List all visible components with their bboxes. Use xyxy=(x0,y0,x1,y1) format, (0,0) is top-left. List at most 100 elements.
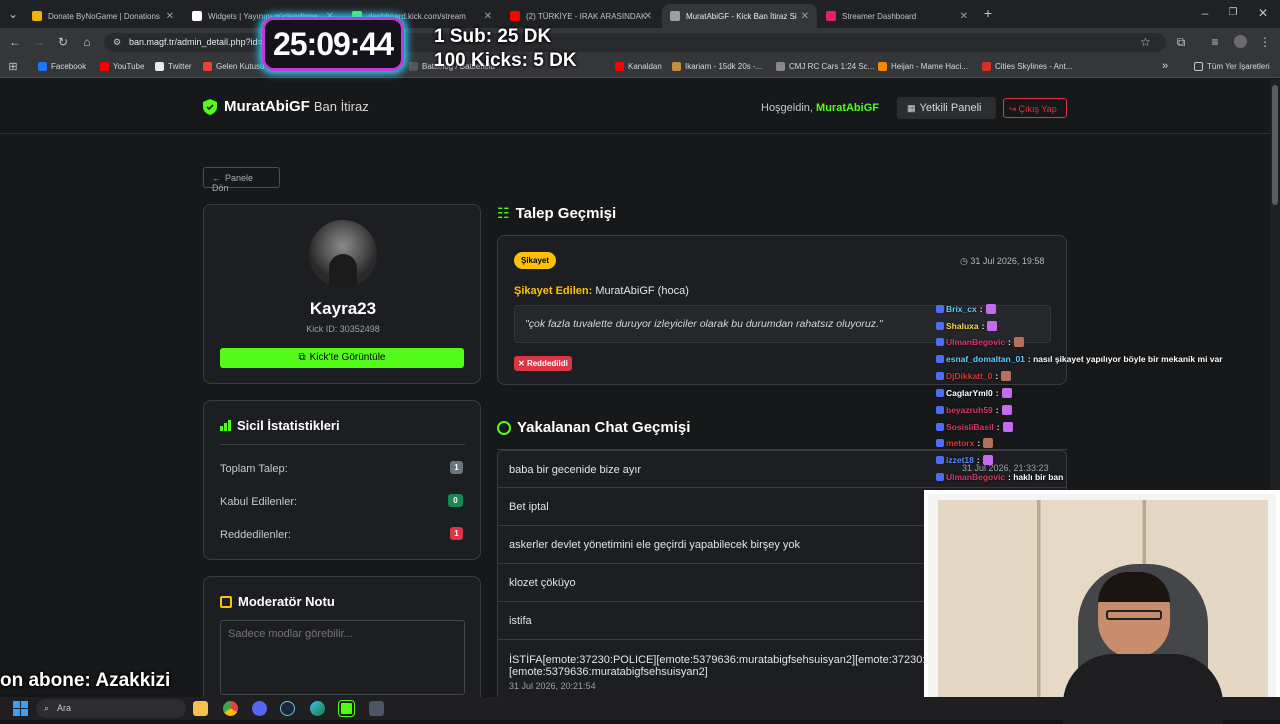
taskbar: ⌕ Ara xyxy=(0,697,1280,720)
webcam-frame xyxy=(924,490,1280,724)
bookmarks-overflow-icon[interactable]: » xyxy=(1162,60,1168,72)
clock-icon: ◷ xyxy=(960,256,968,266)
bookmark-item[interactable]: CMJ RC Cars 1:24 Sc... xyxy=(776,62,874,71)
stat-total-badge: 1 xyxy=(450,461,463,474)
kick-app-icon[interactable] xyxy=(338,700,355,717)
shield-icon xyxy=(203,98,217,115)
brand-name: MuratAbiGF xyxy=(224,98,310,115)
bookmarks-bar: ⊞ Facebook YouTube Twitter Gelen Kutusu (2.… xyxy=(0,56,1280,78)
chat-badge-icon xyxy=(936,372,944,380)
bynogame-icon xyxy=(32,11,42,21)
chat-bubble-icon xyxy=(497,420,511,435)
profile-avatar[interactable] xyxy=(1234,35,1247,48)
streamlabs-icon xyxy=(826,11,836,21)
stats-heading: Sicil İstatistikleri xyxy=(220,418,340,433)
avatar xyxy=(309,220,377,288)
chat-badge-icon xyxy=(936,456,944,464)
browser-tab[interactable]: MuratAbiGF - Kick Ban İtiraz Si ✕ xyxy=(662,4,817,28)
admin-panel-button[interactable]: ▦ Yetkili Paneli xyxy=(897,97,996,119)
complaint-quote: "çok fazla tuvalette duruyor izleyiciler… xyxy=(525,318,883,330)
brand[interactable]: MuratAbiGF Ban İtiraz xyxy=(203,98,369,115)
reload-icon[interactable]: ↻ xyxy=(56,35,70,49)
grid-icon: ▦ xyxy=(907,103,916,113)
close-tab-icon[interactable]: ✕ xyxy=(960,11,968,22)
webcam-person xyxy=(1098,572,1170,658)
profile-card: Kayra23 Kick ID: 30352498 ⧉ Kick'te Görün… xyxy=(203,204,481,384)
arrow-left-icon: ← xyxy=(212,173,221,183)
all-bookmarks-link[interactable]: Tüm Yer İşaretleri xyxy=(1194,62,1270,71)
reading-list-icon[interactable]: ≡ xyxy=(1208,35,1222,49)
site-icon xyxy=(670,11,680,21)
overlay-chat-line: esnaf_domaltan_01: nasıl şikayet yapılıy… xyxy=(936,354,1223,364)
maximize-icon[interactable]: ❐ xyxy=(1226,6,1240,20)
chat-emote-icon xyxy=(983,438,994,448)
bookmark-item[interactable]: Twitter xyxy=(155,62,192,71)
forward-icon[interactable]: → xyxy=(32,35,46,49)
view-on-kick-button[interactable]: ⧉ Kick'te Görüntüle xyxy=(220,348,464,368)
reported-line: Şikayet Edilen: MuratAbiGF (hoca) xyxy=(514,285,689,297)
overlay-chat-line: beyazruh59: xyxy=(936,405,1012,415)
folder-icon xyxy=(1194,62,1203,71)
file-explorer-icon[interactable] xyxy=(193,701,208,716)
bookmark-item[interactable]: YouTube xyxy=(100,62,144,71)
browser-tab[interactable]: Streamer Dashboard ✕ xyxy=(818,4,976,28)
taskbar-search[interactable]: ⌕ Ara xyxy=(36,699,186,718)
windows-start-icon[interactable] xyxy=(13,701,28,716)
overlay-chat-line: metorx: xyxy=(936,438,994,448)
bookmark-favicon-icon xyxy=(672,62,681,71)
back-icon[interactable]: ← xyxy=(8,35,22,49)
scrollbar-thumb[interactable] xyxy=(1272,85,1278,205)
discord-icon[interactable] xyxy=(252,701,267,716)
close-tab-icon[interactable]: ✕ xyxy=(644,11,652,22)
bookmark-item[interactable]: Kanaldan xyxy=(615,62,662,71)
home-icon[interactable]: ⌂ xyxy=(80,35,94,49)
chrome-menu-icon[interactable]: ⋮ xyxy=(1258,35,1272,49)
brand-subtitle: Ban İtiraz xyxy=(313,99,369,114)
bookmark-item[interactable]: Facebook xyxy=(38,62,86,71)
stat-accepted-label: Kabul Edilenler: xyxy=(220,496,298,508)
overlay-chat-line: SosisliBasil: xyxy=(936,422,1013,432)
back-to-panel-button[interactable]: ← Panele Dön xyxy=(203,167,280,193)
edge-icon[interactable] xyxy=(310,701,325,716)
close-tab-icon[interactable]: ✕ xyxy=(484,11,492,22)
bookmark-item[interactable]: Ikariam - 15dk 20s -... xyxy=(672,62,762,71)
calculator-icon[interactable] xyxy=(369,701,384,716)
logout-button[interactable]: ↪ Çıkış Yap xyxy=(1003,98,1067,118)
site-info-icon[interactable]: ⚙ xyxy=(113,37,121,48)
bookmark-item[interactable]: Cities Skylines - Ant... xyxy=(982,62,1072,71)
moderator-note-card: Moderatör Notu xyxy=(203,576,481,706)
bookmark-favicon-icon xyxy=(100,62,109,71)
browser-tab[interactable]: (2) TÜRKİYE - IRAK ARASINDAK ✕ xyxy=(502,4,660,28)
stat-accepted-badge: 0 xyxy=(448,494,463,507)
site-header: MuratAbiGF Ban İtiraz Hoşgeldin, MuratAb… xyxy=(0,81,1270,134)
chat-badge-icon xyxy=(936,338,944,346)
extensions-icon[interactable]: ⧉ xyxy=(1174,35,1188,49)
chat-emote-icon xyxy=(1001,405,1012,415)
status-badge: ✕ Reddedildi xyxy=(514,356,572,371)
apps-grid-icon[interactable]: ⊞ xyxy=(6,60,20,74)
chat-emote-icon xyxy=(1001,388,1012,398)
close-window-icon[interactable]: ✕ xyxy=(1256,6,1270,20)
stream-timer: 25:09:44 xyxy=(262,17,404,71)
bookmark-star-icon[interactable]: ☆ xyxy=(1140,35,1151,49)
subathon-rule-subs: 1 Sub: 25 DK xyxy=(434,26,552,47)
chat-badge-icon xyxy=(936,355,944,363)
chatlog-heading: Yakalanan Chat Geçmişi xyxy=(497,419,690,436)
list-icon: ☷ xyxy=(497,205,510,221)
chat-badge-icon xyxy=(936,423,944,431)
close-tab-icon[interactable]: ✕ xyxy=(801,11,809,22)
stat-rejected-badge: 1 xyxy=(450,527,463,540)
reported-user: MuratAbiGF (hoca) xyxy=(595,285,689,297)
moderator-note-input[interactable] xyxy=(220,620,465,695)
chat-badge-icon xyxy=(936,305,944,313)
chrome-icon[interactable] xyxy=(223,701,238,716)
close-tab-icon[interactable]: ✕ xyxy=(166,11,174,22)
minimize-icon[interactable]: – xyxy=(1198,6,1212,20)
tab-menu-icon[interactable]: ⌄ xyxy=(6,7,20,21)
welcome-user: MuratAbiGF xyxy=(816,102,879,114)
steam-icon[interactable] xyxy=(280,701,295,716)
browser-tab[interactable]: Donate ByNoGame | Donations ✕ xyxy=(24,4,182,28)
bookmark-item[interactable]: Heijan - Mame Haci... xyxy=(878,62,968,71)
bookmark-favicon-icon xyxy=(38,62,47,71)
new-tab-icon[interactable]: + xyxy=(981,6,995,20)
